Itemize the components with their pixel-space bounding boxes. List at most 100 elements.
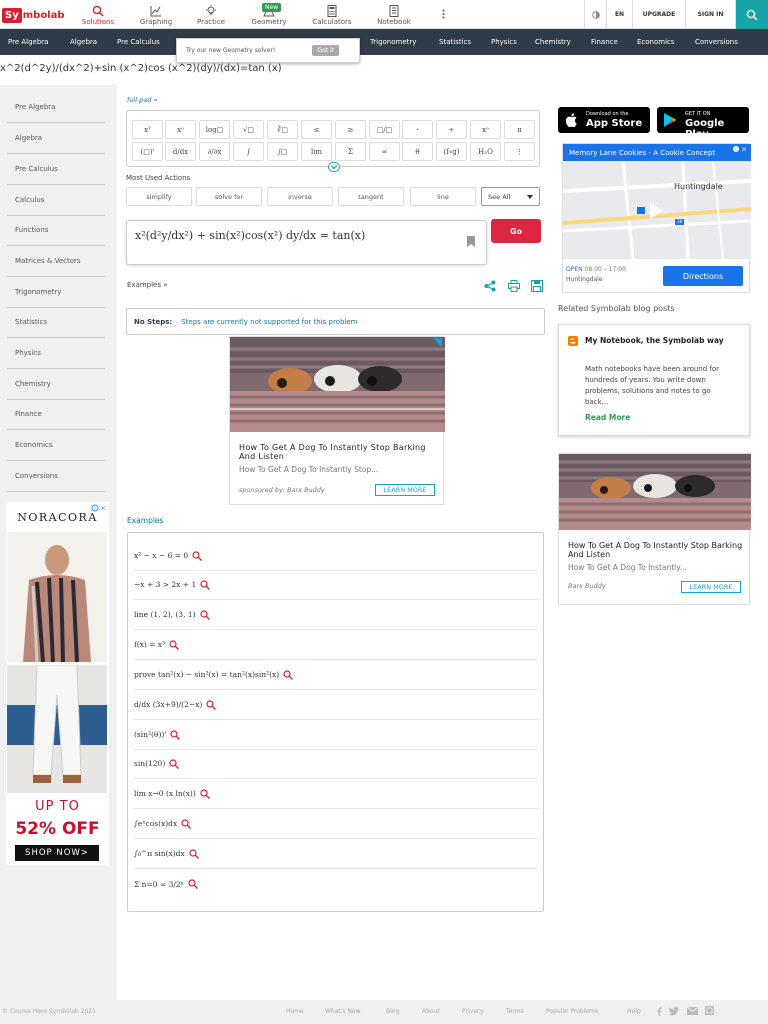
subnav-algebra[interactable]: Algebra [70, 38, 97, 46]
map-ad[interactable]: Memory Lane Cookies - A Cookie Concept i… [562, 143, 751, 293]
google-play-button[interactable]: GET IT ON Google Play [657, 107, 749, 140]
ad-choices-icon[interactable]: i × [732, 145, 748, 153]
subnav-conversions[interactable]: Conversions [695, 38, 738, 46]
subnav-pre-algebra[interactable]: Pre Algebra [8, 38, 48, 46]
key-integral[interactable]: ∫ [233, 142, 264, 161]
map-image[interactable]: Huntingdale 18 [563, 161, 751, 259]
key-derivative[interactable]: d/dx [165, 142, 196, 161]
subnav-physics[interactable]: Physics [491, 38, 517, 46]
example-item[interactable]: lim x→0 (x ln(x)) [134, 779, 538, 809]
nav-practice[interactable]: Practice [193, 0, 229, 29]
mail-icon[interactable] [687, 1007, 698, 1015]
go-button[interactable]: Go [491, 219, 541, 243]
example-item[interactable]: −x + 3 > 2x + 1 [134, 570, 538, 600]
print-icon[interactable] [508, 280, 520, 292]
save-icon[interactable] [531, 280, 543, 292]
examples-link[interactable]: Examples » [127, 281, 168, 289]
key-prime[interactable]: (□)' [132, 142, 163, 161]
key-dot[interactable]: · [402, 120, 433, 139]
subnav-economics[interactable]: Economics [637, 38, 675, 46]
footer-link-whats-new[interactable]: What's New [325, 1008, 361, 1015]
nav-graphing[interactable]: Graphing [137, 0, 175, 29]
blog-post-title[interactable]: My Notebook, the Symbolab way [585, 336, 735, 346]
example-item[interactable]: d/dx (3x+9)/(2−x) [134, 690, 538, 720]
sidebar-item-calculus[interactable]: Calculus [7, 185, 105, 216]
subnav-finance[interactable]: Finance [591, 38, 618, 46]
sidebar-item-finance[interactable]: Finance [7, 399, 105, 430]
more-menu-button[interactable] [438, 0, 448, 29]
theme-toggle-button[interactable] [584, 0, 606, 29]
example-item[interactable]: line (1, 2), (3, 1) [134, 600, 538, 630]
key-leq[interactable]: ≤ [301, 120, 332, 139]
key-chemistry[interactable]: H₂O [470, 142, 501, 161]
nav-geometry[interactable]: New Geometry [248, 0, 290, 29]
language-button[interactable]: EN [606, 0, 632, 29]
key-superscript[interactable]: xᵒ [470, 120, 501, 139]
keypad-collapse-toggle[interactable] [328, 162, 340, 172]
key-infinity[interactable]: ∞ [369, 142, 400, 161]
key-sqrt[interactable]: √□ [233, 120, 264, 139]
sidebar-item-statistics[interactable]: Statistics [7, 307, 105, 338]
nav-solutions[interactable]: Solutions [80, 0, 116, 29]
example-item[interactable]: sin(120) [134, 749, 538, 779]
right-ad[interactable]: How To Get A Dog To Instantly Stop Barki… [558, 453, 751, 605]
key-divide[interactable]: ÷ [436, 120, 467, 139]
key-limit[interactable]: lim [301, 142, 332, 161]
blog-feed-icon[interactable] [705, 1006, 714, 1015]
left-ad[interactable]: i × NORACORA UP TO 52% OFF SHOP NOW> [6, 502, 109, 865]
key-theta[interactable]: θ [402, 142, 433, 161]
sidebar-item-pre-calculus[interactable]: Pre Calculus [7, 154, 105, 185]
key-fraction[interactable]: □/□ [369, 120, 400, 139]
example-item[interactable]: (sin²(θ))' [134, 720, 538, 750]
footer-link-blog[interactable]: Blog [386, 1008, 399, 1015]
key-square[interactable]: x² [132, 120, 163, 139]
twitter-icon[interactable] [669, 1007, 679, 1016]
example-item[interactable]: Σ n=0 ∞ 3/2ⁿ [134, 869, 538, 899]
facebook-icon[interactable] [656, 1007, 662, 1016]
action-line-button[interactable]: line [410, 187, 476, 206]
sign-in-button[interactable]: SIGN IN [685, 0, 735, 29]
sidebar-item-functions[interactable]: Functions [7, 215, 105, 246]
sidebar-item-conversions[interactable]: Conversions [7, 461, 105, 492]
key-matrix[interactable]: ⋮ [504, 142, 535, 161]
subnav-trigonometry[interactable]: Trigonometry [370, 38, 416, 46]
action-inverse-button[interactable]: inverse [267, 187, 333, 206]
upgrade-button[interactable]: UPGRADE [632, 0, 685, 29]
subnav-statistics[interactable]: Statistics [439, 38, 471, 46]
sidebar-item-matrices[interactable]: Matrices & Vectors [7, 246, 105, 277]
header-search-button[interactable] [735, 0, 768, 29]
sidebar-item-algebra[interactable]: Algebra [7, 123, 105, 154]
example-item[interactable]: ∫₀^π sin(x)dx [134, 839, 538, 869]
symbolab-logo[interactable]: Sy mbolab [2, 6, 65, 24]
footer-link-help[interactable]: Help [627, 1008, 641, 1015]
action-tangent-button[interactable]: tangent [338, 187, 404, 206]
nav-calculators[interactable]: Calculators [309, 0, 355, 29]
key-pi[interactable]: π [504, 120, 535, 139]
key-definite-integral[interactable]: ∫□ [267, 142, 298, 161]
math-input[interactable]: x²(d²y/dx²) + sin(x²)cos(x²) dy/dx = tan… [126, 220, 487, 265]
ad-learn-more-button[interactable]: LEARN MORE [375, 484, 435, 496]
key-partial[interactable]: ∂/∂x [199, 142, 230, 161]
key-composition[interactable]: (f∘g) [436, 142, 467, 161]
key-geq[interactable]: ≥ [335, 120, 366, 139]
footer-link-popular-problems[interactable]: Popular Problems [546, 1008, 598, 1015]
example-item[interactable]: prove tan²(x) − sin²(x) = tan²(x)sin²(x) [134, 660, 538, 690]
bookmark-icon[interactable] [467, 236, 475, 247]
key-power[interactable]: xᵒ [165, 120, 196, 139]
key-log[interactable]: log□ [199, 120, 230, 139]
sidebar-item-economics[interactable]: Economics [7, 430, 105, 461]
footer-link-about[interactable]: About [422, 1008, 440, 1015]
footer-link-terms[interactable]: Terms [506, 1008, 524, 1015]
subnav-pre-calculus[interactable]: Pre Calculus [117, 38, 160, 46]
got-it-button[interactable]: Got it [312, 45, 339, 56]
blog-post-card[interactable]: My Notebook, the Symbolab way Math noteb… [558, 324, 750, 436]
ad-choices-icon[interactable] [433, 338, 442, 347]
directions-button[interactable]: Directions [663, 266, 743, 286]
example-item[interactable]: ∫eˣcos(x)dx [134, 809, 538, 839]
footer-link-privacy[interactable]: Privacy [462, 1008, 484, 1015]
example-item[interactable]: f(x) = x³ [134, 630, 538, 660]
ad-shop-now-button[interactable]: SHOP NOW> [15, 845, 99, 861]
sidebar-item-physics[interactable]: Physics [7, 338, 105, 369]
app-store-button[interactable]: Download on the App Store [558, 107, 650, 133]
example-item[interactable]: x² − x − 6 = 0 [134, 541, 538, 571]
